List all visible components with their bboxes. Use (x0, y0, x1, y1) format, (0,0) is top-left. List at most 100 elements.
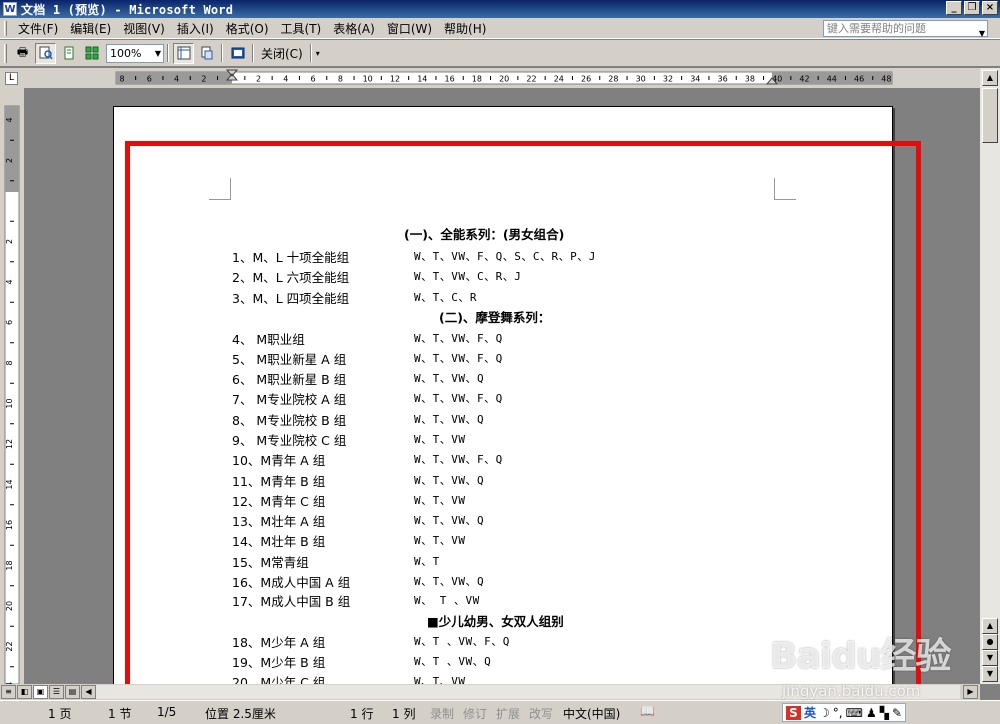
document-page[interactable]: (一)、全能系列：(男女组合) 1、M、L 十项全能组 W、T、VW、F、Q、S、… (113, 106, 893, 684)
ruler-tick-label: 16 (445, 75, 455, 84)
horizontal-ruler-graphic: 8 6 4 2 2 4 6 8 10 12 14 16 18 20 22 24 26 28 30 32 34 36 38 40… (115, 69, 893, 85)
dance-codes: W、T、VW、Q (414, 575, 485, 588)
ruler-tick-label: 46 (854, 75, 864, 84)
menu-tools[interactable]: 工具(T) (275, 20, 328, 37)
group-name: 9、 M专业院校 C 组 (232, 433, 347, 448)
scroll-thumb[interactable] (982, 88, 998, 143)
vruler-tick-label: 8 (5, 360, 14, 365)
group-name: 18、M少年 A 组 (232, 635, 326, 650)
multiple-pages-button[interactable] (81, 43, 102, 64)
horizontal-scroll-track[interactable] (96, 685, 960, 699)
keyboard-icon[interactable]: ⌨ (846, 706, 863, 720)
menu-table[interactable]: 表格(A) (327, 20, 381, 37)
menu-bar: 文件(F) 编辑(E) 视图(V) 插入(I) 格式(O) 工具(T) 表格(A… (0, 18, 1000, 39)
section-heading: ■少儿幼男、女双人组别 (427, 614, 564, 629)
list-item: 20、M少年 C 组 W、T、VW (232, 672, 465, 684)
print-layout-view-button[interactable]: ▣ (33, 685, 48, 699)
window-title: 文档 1 (预览) - Microsoft Word (21, 2, 234, 17)
ruler-tick-label: 28 (608, 75, 618, 84)
wrench-icon[interactable]: ✎ (892, 706, 902, 720)
chevron-down-icon[interactable]: ▼ (979, 26, 985, 41)
list-item: 6、 M职业新星 B 组 W、T、VW、Q (232, 369, 484, 388)
toolbar-separator (252, 44, 254, 62)
vertical-ruler[interactable]: 4224681012141618202224 (0, 88, 24, 708)
punctuation-icon[interactable]: °, (833, 706, 843, 720)
help-question-input[interactable]: 键入需要帮助的问题 ▼ (823, 20, 988, 38)
full-screen-button[interactable] (227, 43, 248, 64)
zoom-select[interactable]: 100% ▼ (106, 43, 164, 63)
status-bar: 1 页 1 节 1/5 位置 2.5厘米 1 行 1 列 录制 修订 扩展 改写… (0, 700, 1000, 724)
list-item: 9、 M专业院校 C 组 W、T、VW (232, 430, 465, 449)
menu-help[interactable]: 帮助(H) (438, 20, 492, 37)
web-layout-view-button[interactable]: ◧ (17, 685, 32, 699)
scroll-left-button[interactable]: ◀ (81, 685, 96, 699)
ime-mode[interactable]: 英 (804, 704, 816, 721)
ruler-tick-label: 24 (554, 75, 564, 84)
normal-view-button[interactable]: ≡ (1, 685, 16, 699)
shirt-icon[interactable]: ▚ (880, 706, 889, 720)
vertical-scrollbar[interactable]: ▲ ▲ ● ▼ ▼ (980, 68, 1000, 684)
margin-corner-mark (774, 178, 796, 200)
vruler-text-area (4, 105, 20, 685)
toolbar-options-icon[interactable]: ▾ (316, 49, 320, 58)
status-extend-selection[interactable]: 扩展 (496, 705, 520, 722)
select-browse-object-button[interactable]: ● (982, 634, 998, 650)
vruler-tick-label: 12 (5, 439, 14, 449)
menubar-grip[interactable] (4, 20, 7, 36)
status-track-changes[interactable]: 修订 (463, 705, 487, 722)
toolbar-grip[interactable] (4, 43, 7, 63)
status-language: 中文(中国) (563, 707, 621, 721)
next-page-button[interactable]: ▼ (982, 650, 998, 666)
menu-format[interactable]: 格式(O) (220, 20, 275, 37)
horizontal-ruler[interactable]: 8 6 4 2 2 4 6 8 10 12 14 16 18 20 22 24 26 28 30 32 34 36 38 40… (24, 68, 980, 88)
tab-selector[interactable]: L (0, 68, 24, 88)
ime-toolbar[interactable]: S 英 ☽ °, ⌨ ♟ ▚ ✎ (782, 703, 906, 722)
status-record-macro[interactable]: 录制 (430, 705, 454, 722)
dance-codes: W、T、VW、C、R、J (414, 270, 522, 283)
group-name: 20、M少年 C 组 (232, 675, 326, 684)
horizontal-scrollbar-area: ≡ ◧ ▣ ☰ ▤ ◀ ▶ (0, 684, 980, 700)
magnifier-button[interactable] (35, 42, 56, 64)
list-item: 10、M青年 A 组 W、T、VW、F、Q (232, 450, 502, 469)
ruler-tick-label: 10 (363, 75, 373, 84)
ruler-tick-label: 8 (338, 75, 343, 84)
menu-file[interactable]: 文件(F) (12, 20, 64, 37)
status-page-count: 1/5 (157, 705, 177, 719)
status-line: 1 行 (350, 707, 374, 721)
menu-window[interactable]: 窗口(W) (381, 20, 438, 37)
ruler-tick-label: 2 (256, 75, 261, 84)
close-preview-button[interactable]: 关闭(C) (257, 45, 307, 62)
chevron-down-icon[interactable]: ▼ (155, 45, 161, 62)
view-ruler-button[interactable] (173, 42, 194, 64)
ruler-tick-label: 8 (119, 75, 124, 84)
status-overtype[interactable]: 改写 (529, 705, 553, 722)
document-area[interactable]: (一)、全能系列：(男女组合) 1、M、L 十项全能组 W、T、VW、F、Q、S、… (24, 88, 980, 684)
previous-page-button[interactable]: ▲ (982, 618, 998, 634)
scroll-down-button[interactable]: ▼ (982, 666, 998, 682)
ruler-tick-label: 12 (390, 75, 400, 84)
word-app-icon[interactable]: W (3, 2, 17, 16)
dance-codes: W、T、C、R (414, 291, 477, 304)
dance-codes: W、T、VW (414, 433, 466, 446)
ruler-tick-label: 6 (311, 75, 316, 84)
reading-layout-view-button[interactable]: ▤ (65, 685, 80, 699)
list-item: 14、M壮年 B 组 W、T、VW (232, 531, 465, 550)
menu-view[interactable]: 视图(V) (117, 20, 171, 37)
outline-view-button[interactable]: ☰ (49, 685, 64, 699)
one-page-button[interactable] (58, 43, 79, 64)
print-button[interactable]: 🖶 (12, 43, 33, 64)
dance-codes: W、T、VW (414, 534, 466, 547)
spelling-status-icon[interactable]: 📖 (640, 704, 655, 718)
scroll-right-button[interactable]: ▶ (963, 685, 978, 699)
moon-icon[interactable]: ☽ (819, 706, 830, 720)
group-name: 4、 M职业组 (232, 332, 305, 347)
minimize-button[interactable]: _ (946, 1, 962, 15)
shrink-to-fit-button[interactable] (196, 43, 217, 64)
group-name: 5、 M职业新星 A 组 (232, 352, 347, 367)
menu-insert[interactable]: 插入(I) (171, 20, 220, 37)
menu-edit[interactable]: 编辑(E) (64, 20, 117, 37)
user-icon[interactable]: ♟ (866, 706, 877, 720)
scroll-up-button[interactable]: ▲ (982, 70, 998, 86)
close-window-button[interactable]: × (982, 1, 998, 15)
restore-button[interactable]: ❐ (964, 1, 980, 15)
